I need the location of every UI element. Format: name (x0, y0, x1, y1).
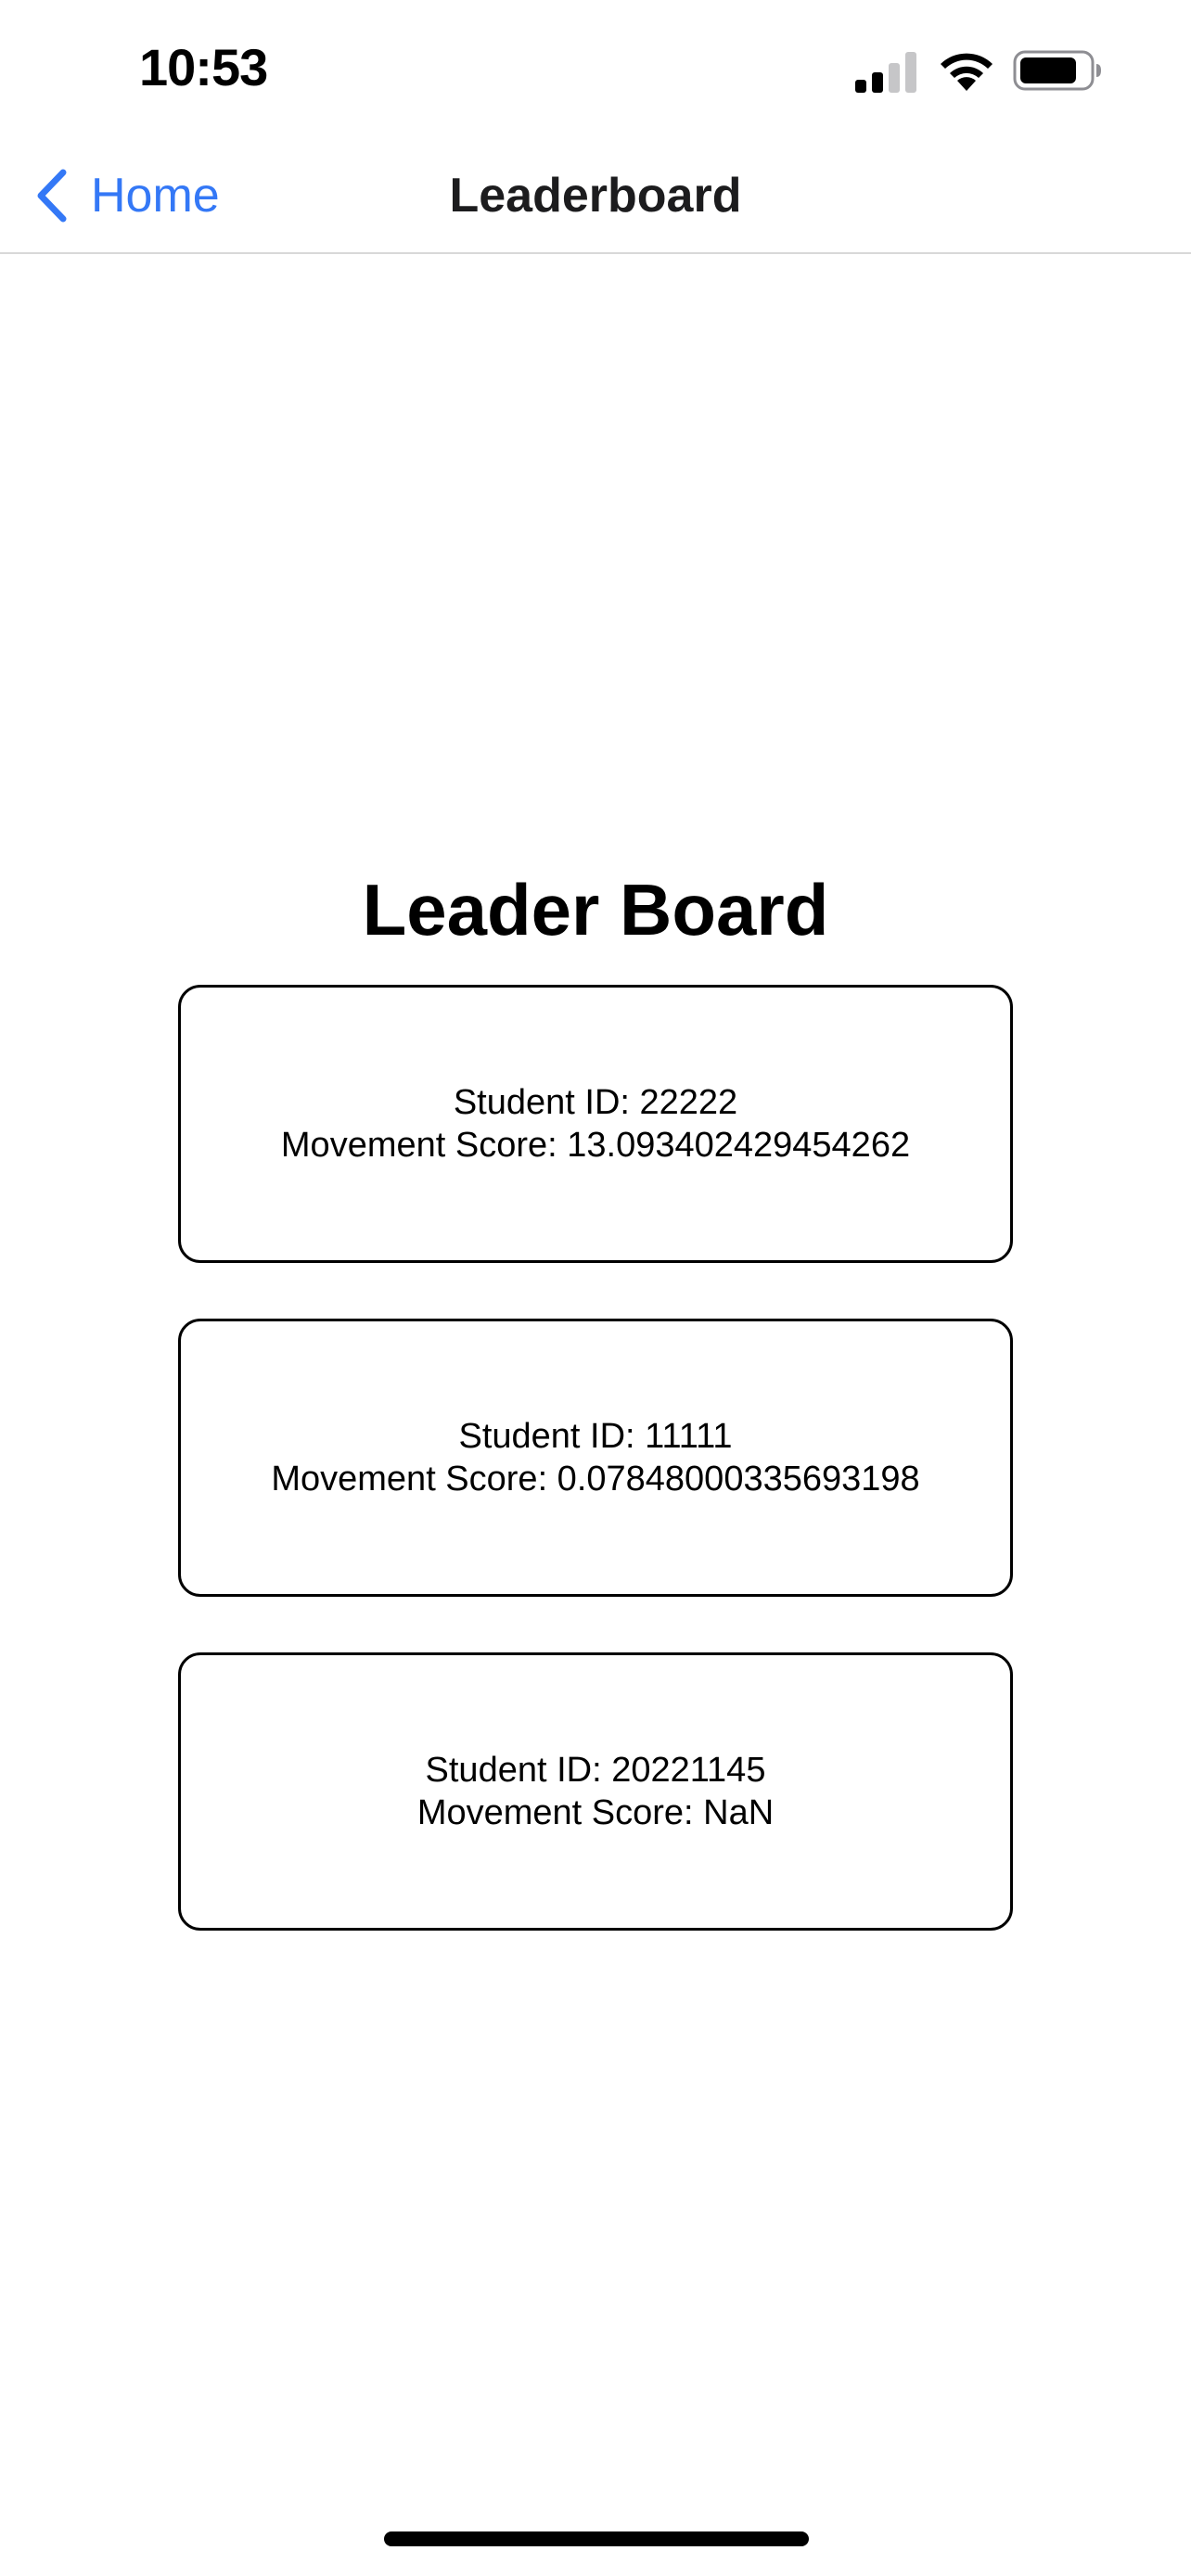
status-bar: 10:53 (0, 0, 1191, 139)
movement-score-text: Movement Score: NaN (416, 1793, 775, 1832)
student-id-text: Student ID: 20221145 (425, 1751, 766, 1790)
movement-score-text: Movement Score: 13.093402429454262 (280, 1126, 911, 1165)
navigation-bar: Home Leaderboard (0, 139, 1191, 254)
leaderboard-entry-card: Student ID: 20221145 Movement Score: NaN (178, 1652, 1013, 1931)
cellular-signal-icon (855, 52, 916, 93)
page-title: Leader Board (362, 869, 829, 950)
wifi-icon (941, 53, 992, 91)
student-id-text: Student ID: 11111 (458, 1417, 733, 1456)
home-indicator[interactable] (384, 2531, 809, 2546)
leaderboard-entry-card: Student ID: 11111 Movement Score: 0.0784… (178, 1319, 1013, 1597)
status-time: 10:53 (139, 38, 268, 96)
nav-title: Leaderboard (449, 169, 742, 223)
battery-icon (1013, 50, 1101, 91)
leaderboard-entry-card: Student ID: 22222 Movement Score: 13.093… (178, 985, 1013, 1263)
student-id-text: Student ID: 22222 (453, 1083, 738, 1122)
leaderboard-screen: 10:53 Home Leaderboard Leader Board Stud… (0, 0, 1191, 2576)
movement-score-text: Movement Score: 0.07848000335693198 (271, 1460, 920, 1498)
